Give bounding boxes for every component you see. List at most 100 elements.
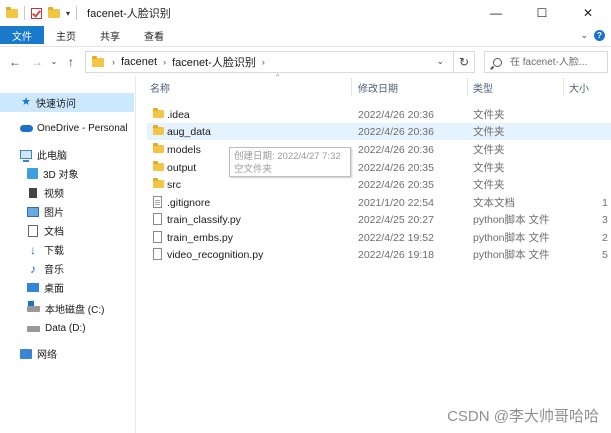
video-icon <box>27 187 39 198</box>
folder-icon <box>153 178 164 188</box>
properties-icon[interactable] <box>31 7 42 19</box>
sidebar-item-downloads[interactable]: ↓ 下载 <box>0 240 134 259</box>
column-header-size[interactable]: 大小 <box>569 76 589 98</box>
close-button[interactable]: ✕ <box>565 0 611 26</box>
forward-button[interactable]: → <box>26 51 48 73</box>
python-file-icon <box>153 231 162 243</box>
file-date: 2022/4/26 20:36 <box>358 143 434 156</box>
divider[interactable] <box>351 78 352 96</box>
sidebar-item-documents[interactable]: 文档 <box>0 221 134 240</box>
ribbon-tabs: 文件 主页 共享 查看 ⌄ ? <box>0 26 611 44</box>
python-file-icon <box>153 248 162 260</box>
column-header-type[interactable]: 类型 <box>473 76 493 98</box>
file-name: models <box>167 143 201 156</box>
sidebar-item-label: 图片 <box>44 208 64 219</box>
divider <box>76 6 78 20</box>
sidebar-item-pictures[interactable]: 图片 <box>0 202 134 221</box>
file-type: 文件夹 <box>473 109 505 121</box>
file-row[interactable]: .gitignore 2021/1/20 22:54 文本文档 1 <box>147 194 611 211</box>
file-size: 3 <box>602 213 608 226</box>
document-icon <box>28 224 38 237</box>
chevron-right-icon[interactable]: › <box>163 57 166 67</box>
file-row[interactable]: train_classify.py 2022/4/25 20:27 python… <box>147 211 611 228</box>
divider[interactable] <box>563 78 564 96</box>
column-header-date[interactable]: 修改日期 <box>358 76 398 98</box>
file-name: .gitignore <box>167 196 211 209</box>
folder-icon <box>6 6 18 18</box>
sidebar-item-network[interactable]: 网络 <box>0 344 134 363</box>
file-date: 2022/4/25 20:27 <box>358 213 434 226</box>
folder-icon <box>153 161 164 171</box>
maximize-button[interactable]: ☐ <box>519 0 565 26</box>
file-type: 文件夹 <box>473 126 505 138</box>
new-folder-icon[interactable] <box>48 6 60 18</box>
file-date: 2021/1/20 22:54 <box>358 196 434 209</box>
file-row[interactable]: output 2022/4/26 20:35 文件夹 <box>147 159 611 176</box>
file-type: python脚本 文件 <box>473 232 550 244</box>
file-date: 2022/4/26 20:35 <box>358 178 434 191</box>
sidebar-item-videos[interactable]: 视频 <box>0 183 134 202</box>
search-input[interactable] <box>510 56 600 68</box>
minimize-button[interactable]: — <box>473 0 519 26</box>
sidebar-item-3d-objects[interactable]: 3D 对象 <box>0 164 134 183</box>
up-button[interactable]: ↑ <box>60 51 82 73</box>
file-date: 2022/4/26 20:36 <box>358 108 434 121</box>
file-name: train_classify.py <box>167 213 241 226</box>
sidebar-item-this-pc[interactable]: 此电脑 <box>0 145 134 164</box>
tab-view[interactable]: 查看 <box>132 26 176 44</box>
file-size: 5 <box>602 248 608 261</box>
sidebar-item-quick-access[interactable]: ★ 快速访问 <box>0 93 134 112</box>
sidebar-item-onedrive[interactable]: OneDrive - Personal <box>0 119 134 138</box>
sidebar-item-label: 下载 <box>44 246 64 257</box>
desktop-icon <box>27 283 39 292</box>
window-controls: — ☐ ✕ <box>473 0 611 26</box>
tab-share[interactable]: 共享 <box>88 26 132 44</box>
chevron-right-icon[interactable]: › <box>112 57 115 67</box>
file-row[interactable]: aug_data 2022/4/26 20:36 文件夹 <box>147 123 611 140</box>
sidebar-item-label: 文档 <box>44 227 64 238</box>
sidebar-item-drive-c[interactable]: 本地磁盘 (C:) <box>0 299 134 318</box>
navigation-pane: ★ 快速访问 OneDrive - Personal 此电脑 3D 对象 视频 … <box>0 76 136 433</box>
column-header-name[interactable]: 名称 <box>150 76 170 98</box>
chevron-down-icon[interactable]: ▾ <box>66 9 70 18</box>
file-row[interactable]: src 2022/4/26 20:35 文件夹 <box>147 176 611 193</box>
file-size: 2 <box>602 231 608 244</box>
file-type: python脚本 文件 <box>473 214 550 226</box>
breadcrumb-current[interactable]: facenet-人脸识别 <box>172 54 256 70</box>
title-bar: ▾ facenet-人脸识别 — ☐ ✕ <box>0 0 611 26</box>
folder-icon <box>153 108 164 118</box>
file-name: .idea <box>167 108 190 121</box>
file-row[interactable]: .idea 2022/4/26 20:36 文件夹 <box>147 106 611 123</box>
sidebar-item-label: 快速访问 <box>36 99 76 110</box>
sidebar-item-label: 此电脑 <box>37 151 67 162</box>
back-button[interactable]: ← <box>4 51 26 73</box>
sidebar-item-label: 视频 <box>44 189 64 200</box>
refresh-button[interactable]: ↻ <box>453 51 475 73</box>
file-name: aug_data <box>167 125 211 138</box>
search-box[interactable] <box>484 51 608 73</box>
download-icon: ↓ <box>30 242 36 257</box>
divider[interactable] <box>467 78 468 96</box>
address-bar[interactable]: › facenet › facenet-人脸识别 › ⌄ <box>85 51 475 73</box>
tab-home[interactable]: 主页 <box>44 26 88 44</box>
tab-file[interactable]: 文件 <box>0 26 44 44</box>
address-dropdown-icon[interactable]: ⌄ <box>436 56 444 67</box>
sidebar-item-drive-d[interactable]: Data (D:) <box>0 319 134 338</box>
sidebar-item-label: 音乐 <box>44 265 64 276</box>
file-row[interactable]: video_recognition.py 2022/4/26 19:18 pyt… <box>147 246 611 263</box>
breadcrumb-facenet[interactable]: facenet <box>121 56 157 68</box>
folder-icon <box>153 143 164 153</box>
recent-locations-icon[interactable]: ⌄ <box>48 51 60 73</box>
computer-icon <box>20 150 32 162</box>
file-row[interactable]: models 2022/4/26 20:36 文件夹 <box>147 141 611 158</box>
help-icon[interactable]: ? <box>594 29 605 41</box>
sidebar-item-music[interactable]: ♪ 音乐 <box>0 259 134 278</box>
cube-icon <box>27 168 38 179</box>
cloud-icon <box>20 125 33 132</box>
sidebar-item-label: 桌面 <box>44 284 64 295</box>
ribbon-expand-icon[interactable]: ⌄ <box>580 30 588 41</box>
chevron-right-icon[interactable]: › <box>262 57 265 67</box>
file-row[interactable]: train_embs.py 2022/4/22 19:52 python脚本 文… <box>147 229 611 246</box>
sidebar-item-label: OneDrive - Personal <box>37 123 128 134</box>
sidebar-item-desktop[interactable]: 桌面 <box>0 278 134 297</box>
